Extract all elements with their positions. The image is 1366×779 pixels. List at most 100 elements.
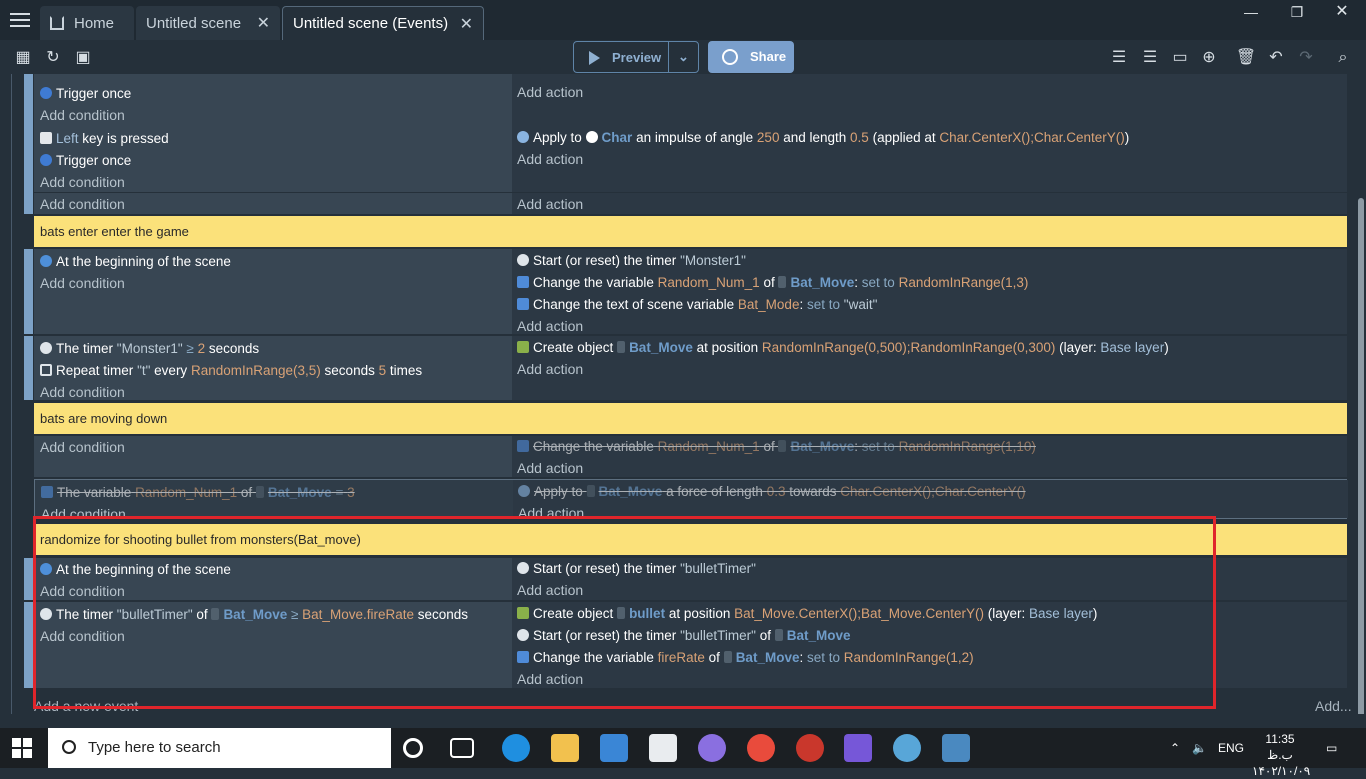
taskbar-search[interactable]: Type here to search — [48, 728, 391, 768]
redo-icon[interactable]: ↷ — [1295, 47, 1317, 69]
add-icon[interactable]: ⊕ — [1198, 47, 1220, 69]
condition[interactable]: Left key is pressed — [40, 131, 169, 146]
clock[interactable]: 11:35 ب.ظ ۱۴۰۲/۱۰/۰۹ — [1252, 731, 1310, 779]
action[interactable]: Apply to Char an impulse of angle 250 an… — [517, 130, 1129, 145]
conditions[interactable]: Add condition — [34, 436, 512, 477]
notifications-icon[interactable]: ▭ — [1326, 728, 1337, 768]
play-icon — [589, 51, 600, 65]
comment[interactable]: bats enter enter the game — [34, 216, 1347, 247]
action[interactable]: Change the text of scene variable Bat_Mo… — [517, 297, 877, 312]
volume-icon[interactable]: 🔈 — [1192, 728, 1207, 768]
actions[interactable]: Apply to Char an impulse of angle 250 an… — [512, 126, 1347, 192]
language-indicator[interactable]: ENG — [1218, 728, 1244, 768]
event-row[interactable]: Add condition Change the variable Random… — [34, 436, 1347, 477]
condition[interactable]: The variable Random_Num_1 of Bat_Move = … — [41, 485, 355, 500]
delete-icon[interactable]: 🗑 — [1235, 47, 1257, 69]
cortana-icon[interactable] — [403, 738, 423, 758]
scrollbar[interactable] — [1358, 198, 1364, 714]
event-bar — [24, 602, 33, 688]
actions[interactable]: Start (or reset) the timer "Monster1" Ch… — [512, 249, 1347, 334]
action[interactable]: Start (or reset) the timer "Monster1" — [517, 253, 746, 268]
add-subevent-icon[interactable]: ☰ — [1139, 47, 1161, 69]
save-icon[interactable]: ▣ — [72, 47, 94, 69]
add-more-button[interactable]: Add... — [1315, 698, 1352, 714]
task-view-icon[interactable] — [450, 738, 474, 758]
mail-icon[interactable] — [649, 734, 677, 762]
history-icon[interactable]: ↻ — [42, 47, 64, 69]
add-comment-icon[interactable]: ▭ — [1169, 47, 1191, 69]
add-action[interactable]: Add action — [517, 460, 583, 476]
close-window-icon[interactable]: ✕ — [1320, 0, 1364, 26]
comment[interactable]: bats are moving down — [34, 403, 1347, 434]
tab-untitled-scene-events[interactable]: Untitled scene (Events) ✕ — [282, 6, 484, 40]
condition[interactable]: At the beginning of the scene — [40, 254, 231, 269]
conditions[interactable]: Add condition — [34, 193, 512, 214]
conditions[interactable]: The variable Random_Num_1 of Bat_Move = … — [35, 480, 513, 522]
conditions[interactable]: Left key is pressed Trigger once Add con… — [34, 126, 512, 192]
share-button[interactable]: Share — [708, 41, 794, 73]
add-event-icon[interactable]: ☰ — [1108, 47, 1130, 69]
variable-icon — [41, 486, 53, 498]
file-explorer-icon[interactable] — [551, 734, 579, 762]
minimize-icon[interactable]: — — [1229, 0, 1273, 26]
add-condition[interactable]: Add condition — [40, 107, 125, 123]
actions[interactable]: Add action — [512, 193, 1347, 214]
add-action[interactable]: Add action — [517, 84, 583, 100]
chrome-icon[interactable] — [747, 734, 775, 762]
gdevelop-icon[interactable] — [844, 734, 872, 762]
add-condition[interactable]: Add condition — [40, 384, 125, 400]
actions[interactable]: Apply to Bat_Move a force of length 0.3 … — [513, 480, 1348, 521]
event-row[interactable]: The variable Random_Num_1 of Bat_Move = … — [34, 479, 1348, 522]
tab-home[interactable]: Home — [40, 6, 134, 40]
godot-icon[interactable] — [942, 734, 970, 762]
condition[interactable]: Repeat timer "t" every RandomInRange(3,5… — [40, 363, 422, 378]
hamburger-menu-icon[interactable] — [8, 9, 32, 33]
actions[interactable]: Create object Bat_Move at position Rando… — [512, 336, 1347, 400]
event-row[interactable]: Trigger once Add condition Add action — [34, 74, 1347, 126]
event-row[interactable]: Add condition Add action — [34, 193, 1347, 214]
add-action[interactable]: Add action — [517, 196, 583, 212]
layout-icon[interactable]: ▦ — [12, 47, 34, 69]
event-row[interactable]: Left key is pressed Trigger once Add con… — [34, 126, 1347, 192]
windows-start-icon[interactable] — [12, 738, 32, 758]
actions[interactable]: Add action — [512, 74, 1347, 126]
add-condition[interactable]: Add condition — [40, 439, 125, 455]
add-condition[interactable]: Add condition — [40, 174, 125, 190]
condition[interactable]: Trigger once — [40, 86, 131, 101]
action[interactable]: Change the variable Random_Num_1 of Bat_… — [517, 275, 1028, 290]
actions[interactable]: Change the variable Random_Num_1 of Bat_… — [512, 436, 1347, 477]
paint-icon[interactable] — [893, 734, 921, 762]
action[interactable]: Change the variable Random_Num_1 of Bat_… — [517, 439, 1036, 454]
edge-icon[interactable] — [502, 734, 530, 762]
add-action[interactable]: Add action — [517, 151, 583, 167]
trigger-once-icon — [40, 154, 52, 166]
tray-chevron-icon[interactable]: ⌃ — [1170, 728, 1180, 768]
chevron-down-icon[interactable]: ⌄ — [668, 42, 698, 72]
tab-untitled-scene[interactable]: Untitled scene ✕ — [136, 6, 280, 40]
event-row[interactable]: The timer "Monster1" ≥ 2 seconds Repeat … — [34, 336, 1347, 400]
tab-label: Home — [74, 14, 115, 32]
store-icon[interactable] — [600, 734, 628, 762]
close-icon[interactable]: ✕ — [257, 13, 270, 33]
restore-icon[interactable]: ❐ — [1275, 0, 1319, 26]
search-icon[interactable]: ⌕ — [1332, 47, 1354, 69]
event-row[interactable]: At the beginning of the scene Add condit… — [34, 249, 1347, 334]
add-action[interactable]: Add action — [517, 361, 583, 377]
undo-icon[interactable]: ↶ — [1265, 47, 1287, 69]
preview-button[interactable]: Preview ⌄ — [573, 41, 699, 73]
conditions[interactable]: At the beginning of the scene Add condit… — [34, 249, 512, 334]
conditions[interactable]: The timer "Monster1" ≥ 2 seconds Repeat … — [34, 336, 512, 400]
variable-icon — [517, 298, 529, 310]
tab-label: Untitled scene (Events) — [293, 15, 449, 32]
conditions[interactable]: Trigger once Add condition — [34, 74, 512, 126]
condition[interactable]: Trigger once — [40, 153, 131, 168]
add-action[interactable]: Add action — [517, 318, 583, 334]
app-p-icon[interactable] — [796, 734, 824, 762]
action[interactable]: Apply to Bat_Move a force of length 0.3 … — [518, 484, 1026, 499]
add-condition[interactable]: Add condition — [40, 196, 125, 212]
condition[interactable]: The timer "Monster1" ≥ 2 seconds — [40, 341, 259, 356]
action[interactable]: Create object Bat_Move at position Rando… — [517, 340, 1169, 355]
app-icon[interactable] — [698, 734, 726, 762]
add-condition[interactable]: Add condition — [40, 275, 125, 291]
close-icon[interactable]: ✕ — [460, 14, 473, 34]
